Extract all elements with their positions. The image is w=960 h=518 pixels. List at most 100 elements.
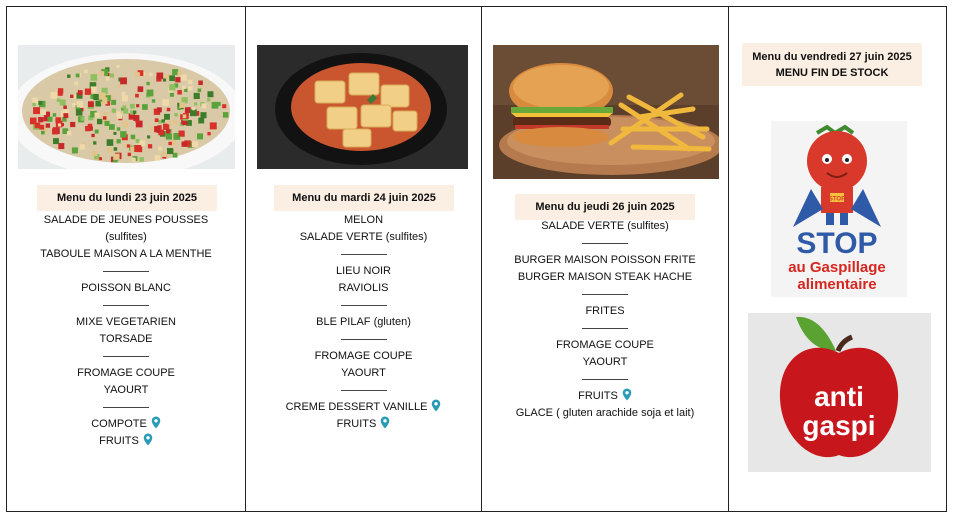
ravioli-photo bbox=[257, 45, 468, 169]
salad-piece bbox=[45, 123, 51, 128]
menu-item: MIXE VEGETARIEN bbox=[75, 316, 177, 328]
salad-piece bbox=[207, 98, 211, 102]
svg-text:alimentaire: alimentaire bbox=[797, 276, 876, 293]
salad-piece bbox=[91, 133, 95, 138]
salad-piece bbox=[113, 153, 120, 160]
salad-piece bbox=[167, 148, 174, 155]
divider bbox=[103, 407, 149, 408]
salad-piece bbox=[154, 126, 161, 133]
salad-photo bbox=[18, 45, 235, 169]
salad-piece bbox=[121, 91, 126, 96]
divider bbox=[340, 390, 387, 391]
salad-piece bbox=[38, 117, 44, 123]
salad-piece bbox=[94, 129, 99, 134]
salad-piece bbox=[70, 94, 74, 98]
salad-piece bbox=[169, 75, 175, 82]
salad-piece bbox=[122, 105, 127, 109]
salad-piece bbox=[165, 129, 171, 135]
salad-piece bbox=[53, 138, 59, 145]
divider bbox=[582, 294, 628, 295]
anti-gaspi-image: anti gaspi bbox=[748, 313, 931, 472]
salad-piece bbox=[158, 119, 162, 124]
salad-piece bbox=[184, 88, 188, 93]
divider bbox=[340, 305, 387, 306]
salad-piece bbox=[191, 141, 199, 148]
salad-piece bbox=[122, 121, 129, 128]
menu-item: LIEU NOIR bbox=[335, 265, 391, 277]
salad-piece bbox=[197, 133, 203, 140]
salad-piece bbox=[84, 69, 88, 74]
salad-piece bbox=[139, 157, 144, 162]
menu-item: COMPOTE bbox=[91, 418, 147, 430]
salad-piece bbox=[116, 111, 121, 116]
salad-piece bbox=[32, 102, 36, 107]
menu-item: SALADE VERTE (sulfites) bbox=[299, 231, 428, 243]
salad-piece bbox=[57, 88, 64, 94]
menu-item: (sulfites) bbox=[105, 231, 147, 243]
salad-piece bbox=[193, 92, 200, 100]
salad-piece bbox=[111, 99, 117, 105]
salad-piece bbox=[188, 86, 193, 91]
salad-piece bbox=[132, 110, 137, 114]
salad-piece bbox=[67, 74, 71, 78]
menu-item: CREME DESSERT VANILLE bbox=[285, 401, 428, 413]
salad-piece bbox=[131, 157, 136, 162]
menu-item: YAOURT bbox=[103, 384, 149, 396]
salad-piece bbox=[72, 102, 76, 107]
svg-text:STOP: STOP bbox=[796, 227, 877, 260]
salad-piece bbox=[135, 93, 139, 98]
menu-item: TABOULE MAISON A LA MENTHE bbox=[40, 248, 212, 260]
menu-item: SALADE DE JEUNES POUSSES bbox=[43, 214, 209, 226]
salad-piece bbox=[154, 155, 161, 161]
salad-piece bbox=[52, 128, 59, 135]
menu-item: YAOURT bbox=[341, 367, 386, 379]
salad-piece bbox=[55, 117, 62, 123]
salad-piece bbox=[129, 103, 135, 109]
salad-piece bbox=[111, 108, 116, 113]
salad-piece bbox=[192, 107, 196, 111]
svg-text:au Gaspillage: au Gaspillage bbox=[788, 259, 886, 276]
salad-piece bbox=[116, 64, 120, 69]
map-pin-icon bbox=[432, 399, 441, 412]
salad-piece bbox=[103, 111, 108, 116]
menu-item: FROMAGE COUPE bbox=[77, 367, 175, 379]
salad-piece bbox=[169, 92, 174, 97]
divider bbox=[340, 254, 387, 255]
salad-piece bbox=[156, 72, 164, 80]
salad-piece bbox=[77, 90, 83, 95]
menu-item: MELON bbox=[343, 214, 384, 226]
salad-piece bbox=[75, 73, 80, 78]
salad-piece bbox=[96, 118, 103, 125]
salad-piece bbox=[79, 144, 85, 150]
salad-piece bbox=[120, 77, 127, 85]
salad-piece bbox=[135, 139, 140, 143]
menu-items-monday: SALADE DE JEUNES POUSSES (sulfites) TABO… bbox=[7, 212, 245, 450]
salad-piece bbox=[198, 117, 205, 124]
column-thursday: Menu du jeudi 26 juin 2025 SALADE VERTE … bbox=[481, 7, 728, 511]
salad-piece bbox=[71, 147, 78, 154]
salad-piece bbox=[133, 115, 140, 122]
salad-piece bbox=[90, 86, 97, 93]
salad-piece bbox=[146, 81, 150, 86]
salad-piece bbox=[163, 123, 170, 130]
salad-piece bbox=[165, 133, 173, 140]
menu-item: YAOURT bbox=[582, 356, 628, 368]
salad-piece bbox=[151, 99, 156, 103]
salad-piece bbox=[40, 109, 47, 116]
salad-piece bbox=[99, 71, 105, 77]
salad-piece bbox=[198, 80, 203, 86]
salad-piece bbox=[90, 74, 98, 81]
salad-piece bbox=[166, 107, 171, 112]
salad-piece bbox=[63, 113, 69, 119]
salad-piece bbox=[147, 144, 153, 149]
salad-piece bbox=[127, 152, 132, 157]
salad-piece bbox=[156, 107, 162, 113]
menu-item: FRUITS bbox=[578, 390, 618, 402]
salad-piece bbox=[222, 112, 229, 118]
salad-piece bbox=[134, 72, 140, 78]
salad-piece bbox=[85, 125, 91, 132]
menu-title-friday: Menu du vendredi 27 juin 2025 MENU FIN D… bbox=[742, 43, 922, 86]
salad-piece bbox=[92, 151, 97, 156]
menu-title-tuesday: Menu du mardi 24 juin 2025 bbox=[274, 185, 454, 211]
menu-item: RAVIOLIS bbox=[338, 282, 389, 294]
